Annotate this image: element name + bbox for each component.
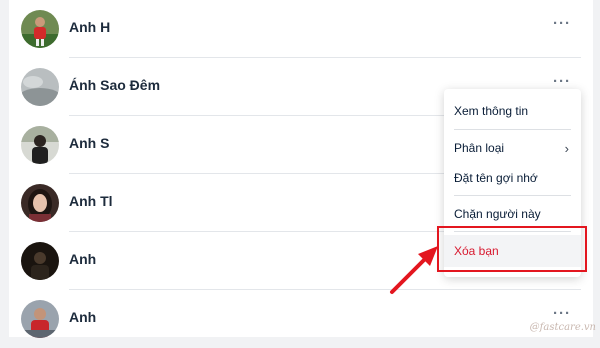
contact-name: Anh	[69, 309, 97, 325]
contact-name: Anh Tl	[69, 193, 113, 209]
avatar	[21, 68, 59, 106]
menu-item-view-info[interactable]: Xem thông tin	[444, 97, 581, 125]
contact-name: Anh S	[69, 135, 110, 151]
arrow-icon	[390, 246, 438, 294]
contact-name: Ánh Sao Đêm	[69, 77, 161, 93]
avatar	[21, 10, 59, 48]
list-item[interactable]: Anh H ···	[9, 0, 593, 58]
avatar	[21, 242, 59, 280]
contact-name: Anh	[69, 251, 97, 267]
avatar	[21, 184, 59, 222]
menu-divider	[454, 195, 571, 196]
menu-item-block-user[interactable]: Chặn người này	[444, 200, 581, 228]
list-item[interactable]: Anh ···	[9, 290, 593, 348]
contact-name: Anh H	[69, 19, 111, 35]
more-horizontal-icon[interactable]: ···	[553, 305, 571, 322]
highlight-box	[437, 226, 587, 272]
menu-item-set-nickname[interactable]: Đặt tên gợi nhớ	[444, 164, 581, 192]
watermark: @fastcare.vn	[529, 322, 596, 333]
more-horizontal-icon[interactable]: ···	[553, 15, 571, 32]
avatar	[21, 300, 59, 338]
menu-item-classify[interactable]: Phân loại ›	[444, 134, 581, 162]
more-horizontal-icon[interactable]: ···	[553, 73, 571, 90]
avatar	[21, 126, 59, 164]
chevron-right-icon: ›	[564, 141, 569, 156]
menu-divider	[454, 129, 571, 130]
